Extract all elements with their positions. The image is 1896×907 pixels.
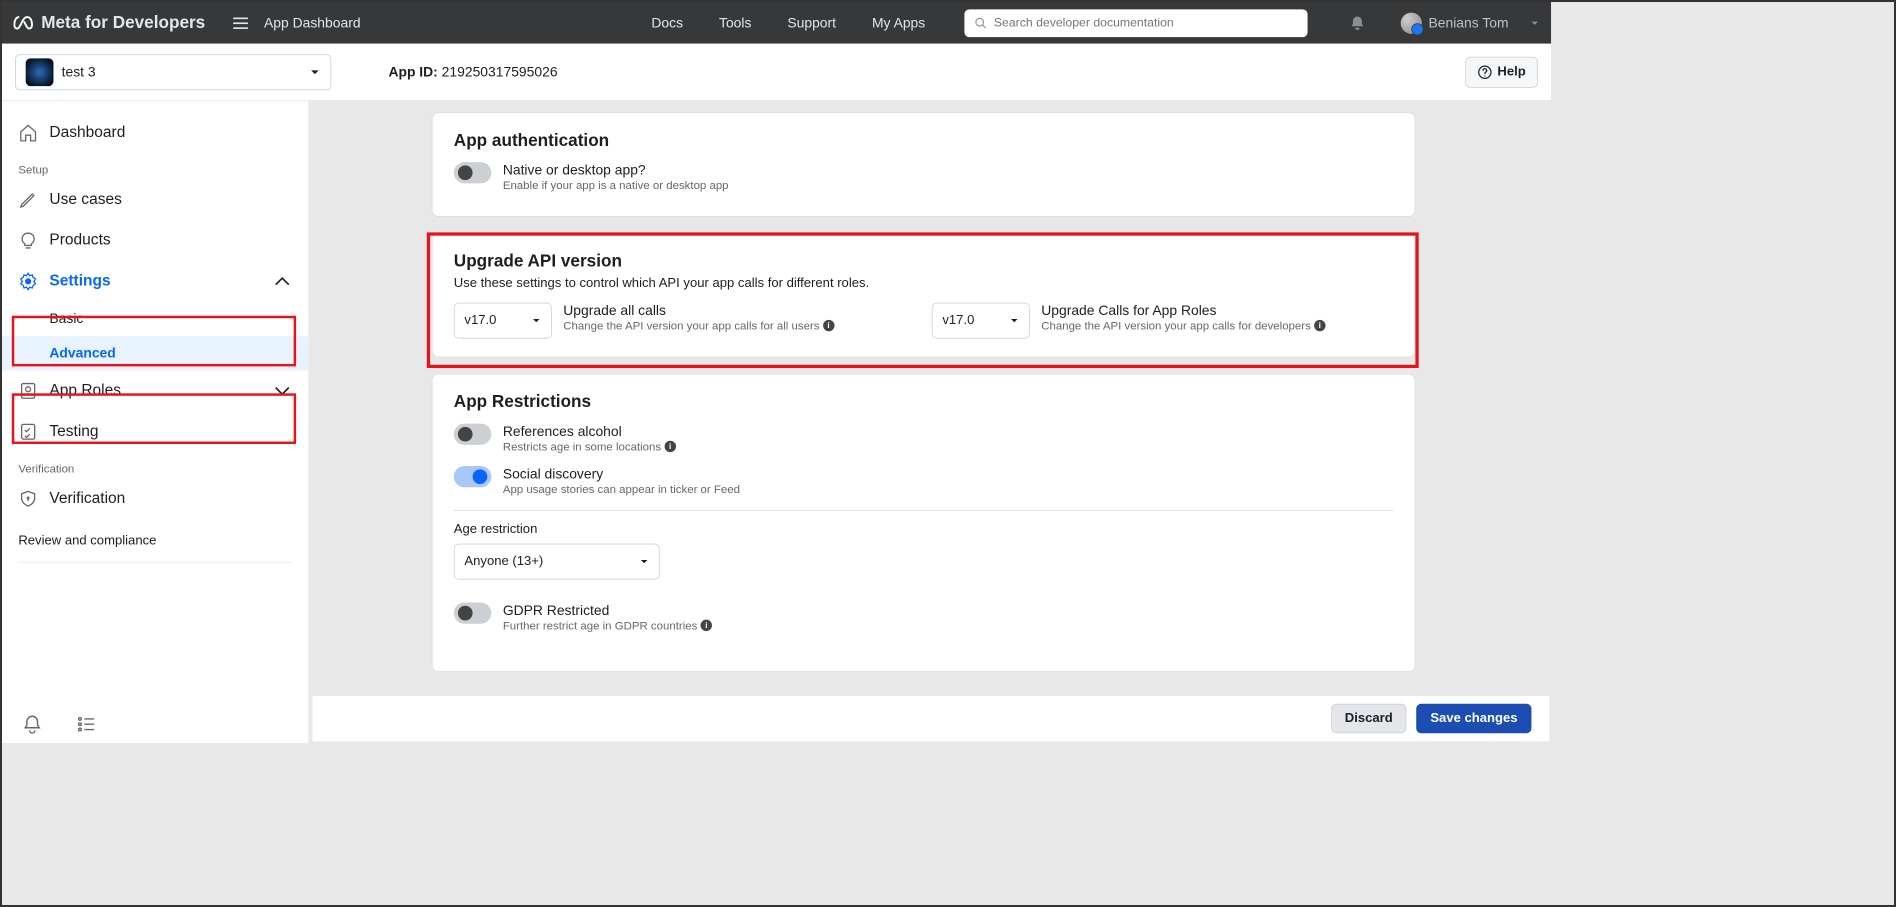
select-api-all[interactable]: v17.0 <box>454 303 552 339</box>
info-icon[interactable]: i <box>1314 320 1325 331</box>
caret-down-icon <box>1009 316 1019 326</box>
save-button[interactable]: Save changes <box>1416 704 1531 733</box>
top-bar: Meta for Developers App Dashboard Docs T… <box>2 2 1551 44</box>
caret-down-icon <box>309 66 320 77</box>
soc-title: Social discovery <box>503 466 740 482</box>
search-icon <box>974 16 987 29</box>
app-name: test 3 <box>62 64 96 80</box>
bulb-icon <box>18 231 38 251</box>
sidebar-bottom <box>2 714 308 735</box>
age-label: Age restriction <box>454 522 1394 537</box>
card-api-version: Upgrade API version Use these settings t… <box>432 233 1416 357</box>
nav-tools[interactable]: Tools <box>719 15 751 31</box>
alc-title: References alcohol <box>503 424 676 440</box>
auth-title: App authentication <box>454 131 1394 151</box>
native-title: Native or desktop app? <box>503 162 729 178</box>
footer-actions: Discard Save changes <box>312 695 1549 742</box>
sidebar-item-approles[interactable]: App Roles <box>2 370 308 411</box>
native-sub: Enable if your app is a native or deskto… <box>503 178 729 191</box>
caret-down-icon <box>639 557 649 567</box>
chevron-down-icon <box>272 381 292 401</box>
checklist-icon <box>18 422 38 442</box>
help-button[interactable]: Help <box>1466 56 1538 87</box>
sidebar-item-settings[interactable]: Settings <box>2 261 308 302</box>
sidebar-item-usecases[interactable]: Use cases <box>2 179 308 220</box>
chevron-up-icon <box>272 272 292 292</box>
sidebar-section-verification: Verification <box>2 452 308 478</box>
sidebar-section-setup: Setup <box>2 153 308 179</box>
bell-icon[interactable] <box>1348 14 1366 32</box>
sidebar-item-review[interactable]: Review and compliance <box>2 519 308 552</box>
api-roles-title: Upgrade Calls for App Roles <box>1041 303 1325 319</box>
app-selector[interactable]: test 3 <box>15 54 331 90</box>
toggle-native[interactable] <box>454 162 492 183</box>
api-desc: Use these settings to control which API … <box>454 277 1394 292</box>
user-name: Benians Tom <box>1429 15 1509 31</box>
card-authentication: App authentication Native or desktop app… <box>432 112 1416 217</box>
nav-support[interactable]: Support <box>787 15 836 31</box>
list-icon[interactable] <box>76 714 97 735</box>
sidebar-item-products[interactable]: Products <box>2 220 308 261</box>
sidebar: Dashboard Setup Use cases Products Setti… <box>2 101 309 743</box>
top-nav: Docs Tools Support My Apps <box>651 15 925 31</box>
help-icon <box>1478 65 1493 80</box>
nav-myapps[interactable]: My Apps <box>872 15 925 31</box>
bell-outline-icon[interactable] <box>22 714 43 735</box>
menu-icon[interactable] <box>233 17 248 28</box>
alc-sub: Restricts age in some locations <box>503 440 661 453</box>
home-icon <box>18 123 38 143</box>
meta-logo-icon <box>13 12 34 33</box>
select-age[interactable]: Anyone (13+) <box>454 544 660 580</box>
sidebar-sub-basic[interactable]: Basic <box>2 302 308 336</box>
sidebar-item-verification[interactable]: Verification <box>2 478 308 519</box>
app-icon <box>26 58 54 86</box>
divider <box>18 562 292 563</box>
api-roles-sub: Change the API version your app calls fo… <box>1041 319 1311 332</box>
soc-sub: App usage stories can appear in ticker o… <box>503 482 740 495</box>
sidebar-sub-advanced[interactable]: Advanced <box>2 336 308 370</box>
sidebar-item-dashboard[interactable]: Dashboard <box>2 112 308 153</box>
user-menu[interactable]: Benians Tom <box>1401 12 1540 33</box>
gdpr-sub: Further restrict age in GDPR countries <box>503 619 698 632</box>
brand-text: Meta for Developers <box>41 13 205 33</box>
info-icon[interactable]: i <box>701 620 712 631</box>
breadcrumb: App Dashboard <box>264 15 361 31</box>
brand[interactable]: Meta for Developers <box>13 12 205 33</box>
main-content: App authentication Native or desktop app… <box>309 101 1551 743</box>
pencil-icon <box>18 190 38 210</box>
divider <box>454 510 1394 511</box>
caret-down-icon <box>1530 18 1540 28</box>
toggle-gdpr[interactable] <box>454 602 492 623</box>
app-id: App ID: 219250317595026 <box>388 64 557 80</box>
discard-button[interactable]: Discard <box>1331 704 1407 733</box>
shield-icon <box>18 489 38 509</box>
api-all-title: Upgrade all calls <box>563 303 834 319</box>
info-icon[interactable]: i <box>664 441 675 452</box>
avatar <box>1401 12 1422 33</box>
api-title: Upgrade API version <box>454 252 1394 272</box>
toggle-social[interactable] <box>454 466 492 487</box>
nav-docs[interactable]: Docs <box>651 15 683 31</box>
card-restrictions: App Restrictions References alcohol Rest… <box>432 374 1416 672</box>
sidebar-item-testing[interactable]: Testing <box>2 411 308 452</box>
restrict-title: App Restrictions <box>454 393 1394 413</box>
caret-down-icon <box>531 316 541 326</box>
gear-icon <box>18 272 38 292</box>
app-bar: test 3 App ID: 219250317595026 Help <box>2 44 1551 101</box>
search-box[interactable] <box>964 9 1307 37</box>
toggle-alcohol[interactable] <box>454 424 492 445</box>
gdpr-title: GDPR Restricted <box>503 602 712 618</box>
api-all-sub: Change the API version your app calls fo… <box>563 319 819 332</box>
badge-icon <box>18 381 38 401</box>
search-input[interactable] <box>994 16 1298 30</box>
select-api-roles[interactable]: v17.0 <box>932 303 1030 339</box>
info-icon[interactable]: i <box>823 320 834 331</box>
